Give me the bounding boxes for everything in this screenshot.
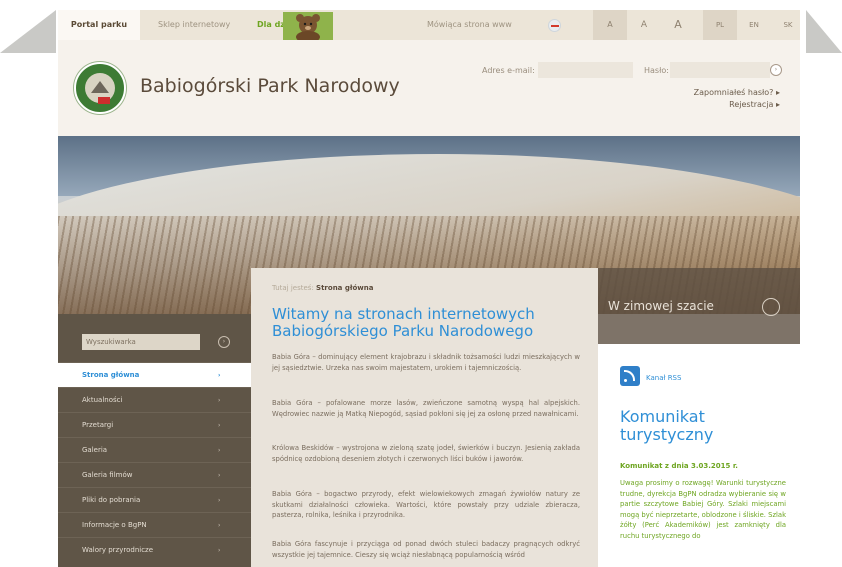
mountain-icon <box>91 81 109 93</box>
font-size-small-button[interactable]: A <box>593 10 627 40</box>
sidebar-item-informacje-o-bgpn[interactable]: Informacje o BgPN › <box>58 512 251 537</box>
sidebar-item-przetargi[interactable]: Przetargi › <box>58 412 251 437</box>
tourist-notice-heading: Komunikat turystyczny <box>620 407 714 444</box>
right-decorative-flap <box>806 10 842 53</box>
breadcrumb-prefix: Tutaj jesteś: <box>272 284 314 292</box>
intro-paragraph: Babia Góra – bogactwo przyrody, efekt wi… <box>272 490 580 519</box>
email-field[interactable] <box>538 62 633 78</box>
speaker-icon[interactable] <box>548 19 561 32</box>
bear-mascot-icon[interactable] <box>283 12 333 40</box>
rss-icon[interactable] <box>620 366 640 386</box>
lang-en-button[interactable]: EN <box>737 10 771 40</box>
font-size-large-button[interactable]: A <box>661 10 695 40</box>
chevron-right-icon: › <box>218 472 221 479</box>
sidebar-item-walory-przyrodnicze[interactable]: Walory przyrodnicze › <box>58 537 251 562</box>
left-decorative-flap <box>0 10 56 53</box>
intro-paragraph: Królowa Beskidów – wystrojona w zieloną … <box>272 444 580 463</box>
font-size-medium-button[interactable]: A <box>627 10 661 40</box>
tourist-notice-date[interactable]: Komunikat z dnia 3.03.2015 r. <box>620 462 738 470</box>
register-link[interactable]: Rejestracja ▸ <box>729 100 780 109</box>
email-label: Adres e-mail: <box>482 66 535 75</box>
sidebar-item-label: Pliki do pobrania <box>82 496 141 504</box>
intro-paragraph: Babia Góra fascynuje i przyciąga od pona… <box>272 540 580 559</box>
breadcrumb-current: Strona główna <box>316 284 374 292</box>
sidebar-item-galeria-filmow[interactable]: Galeria filmów › <box>58 462 251 487</box>
sidebar-item-aktualnosci[interactable]: Aktualności › <box>58 387 251 412</box>
chevron-right-icon: › <box>218 497 221 504</box>
sidebar-item-label: Informacje o BgPN <box>82 521 147 529</box>
right-column: Kanał RSS Komunikat turystyczny Komunika… <box>598 344 800 567</box>
logo-flag <box>98 97 110 104</box>
sidebar-item-label: Strona główna <box>82 371 140 379</box>
park-logo[interactable] <box>74 62 126 114</box>
site-title[interactable]: Babiogórski Park Narodowy <box>140 75 400 97</box>
forgot-password-link[interactable]: Zapomniałeś hasło? ▸ <box>694 88 780 97</box>
sidebar-item-galeria[interactable]: Galeria › <box>58 437 251 462</box>
lang-sk-button[interactable]: SK <box>771 10 800 40</box>
sidebar-item-label: Aktualności <box>82 396 123 404</box>
rss-link[interactable]: Kanał RSS <box>646 374 681 382</box>
sidebar: Wyszukiwarka › Strona główna › Aktualnośc… <box>58 314 251 567</box>
main-content: Tutaj jesteś: Strona główna Witamy na st… <box>251 268 598 567</box>
tourist-notice-text: Uwaga prosimy o rozwagę! Warunki turysty… <box>620 479 786 540</box>
page: Portal parku Sklep internetowy Dla dziec… <box>58 10 800 567</box>
banner-caption: W zimowej szacie <box>608 299 714 313</box>
banner-caption-box[interactable]: W zimowej szacie <box>598 268 800 344</box>
lang-pl-button[interactable]: PL <box>703 10 737 40</box>
chevron-right-icon: › <box>218 522 221 529</box>
login-submit-button[interactable]: › <box>770 64 782 76</box>
voice-page-link[interactable]: Mówiąca strona www <box>427 10 512 40</box>
page-title: Witamy na stronach internetowych Babiogó… <box>272 305 535 340</box>
search-submit-button[interactable]: › <box>218 336 230 348</box>
sidebar-item-label: Przetargi <box>82 421 114 429</box>
chevron-right-icon: › <box>218 447 221 454</box>
sidebar-item-label: Walory przyrodnicze <box>82 546 154 554</box>
sidebar-item-pliki-do-pobrania[interactable]: Pliki do pobrania › <box>58 487 251 512</box>
intro-paragraph: Babia Góra – pofalowane morze lasów, zwi… <box>272 399 580 418</box>
search-input[interactable]: Wyszukiwarka <box>82 334 200 350</box>
chevron-right-icon: › <box>218 372 221 379</box>
top-bar: Portal parku Sklep internetowy Dla dziec… <box>58 10 800 40</box>
sidebar-item-label: Galeria filmów <box>82 471 133 479</box>
chevron-right-icon: › <box>218 422 221 429</box>
sidebar-nav: Strona główna › Aktualności › Przetargi › G… <box>58 362 251 562</box>
intro-paragraph: Babia Góra – dominujący element krajobra… <box>272 353 580 372</box>
password-label: Hasło: <box>644 66 669 75</box>
breadcrumb: Tutaj jesteś: Strona główna <box>272 284 373 292</box>
password-field[interactable] <box>670 62 770 78</box>
chevron-right-icon: › <box>218 397 221 404</box>
tab-sklep-internetowy[interactable]: Sklep internetowy <box>158 10 230 40</box>
tab-portal-parku[interactable]: Portal parku <box>58 10 140 40</box>
sidebar-item-label: Galeria <box>82 446 108 454</box>
banner-next-icon[interactable] <box>762 298 780 316</box>
chevron-right-icon: › <box>218 547 221 554</box>
sidebar-item-strona-glowna[interactable]: Strona główna › <box>58 362 251 387</box>
